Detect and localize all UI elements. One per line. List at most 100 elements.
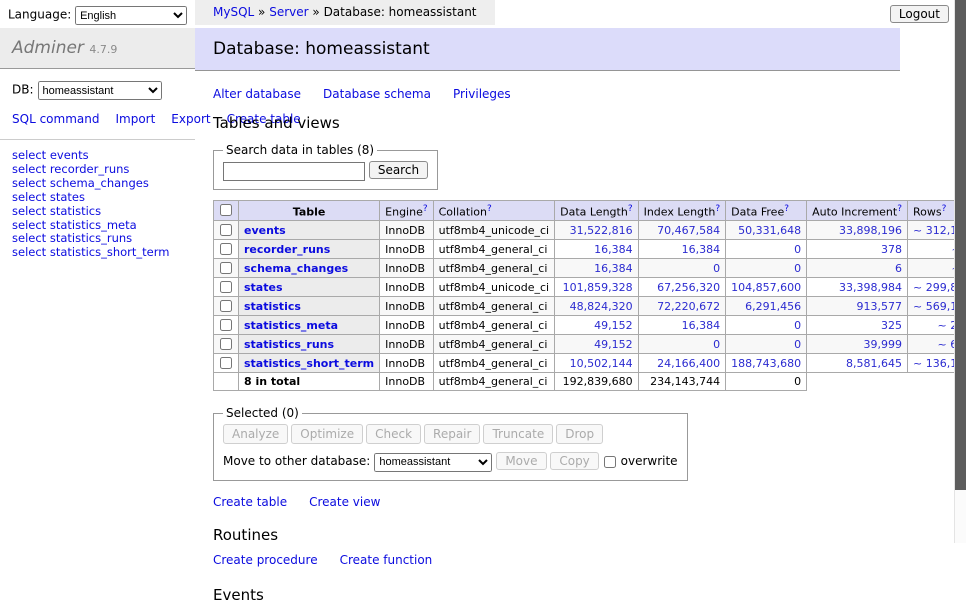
table-row: statistics InnoDB utf8mb4_general_ci 48,… (214, 297, 966, 316)
data-free-cell: 0 (726, 259, 807, 278)
table-name-cell: statistics_meta (239, 316, 380, 335)
move-database-label: Move to other database: (223, 454, 370, 468)
row-checkbox[interactable] (220, 243, 232, 255)
total-data-length-cell: 192,839,680 (555, 373, 638, 391)
auto-increment-cell: 33,398,984 (807, 278, 908, 297)
table-name-link[interactable]: schema_changes (244, 262, 348, 275)
scrollbar-thumb[interactable] (955, 0, 966, 490)
engine-cell: InnoDB (380, 354, 433, 373)
breadcrumb-server-link[interactable]: Server (269, 5, 308, 19)
total-index-length-cell: 234,143,744 (638, 373, 726, 391)
tables-overview-table: TableEngine?Collation?Data Length?Index … (213, 200, 966, 392)
main-content: Database: homeassistant Alter databaseDa… (195, 28, 900, 613)
engine-cell: InnoDB (380, 316, 433, 335)
table-name-cell: events (239, 221, 380, 240)
collation-cell: utf8mb4_general_ci (433, 316, 554, 335)
auto-increment-cell: 378 (807, 240, 908, 259)
database-action-link[interactable]: Privileges (453, 87, 511, 101)
row-checkbox[interactable] (220, 357, 232, 369)
sidebar-select-table-link[interactable]: select statistics (12, 205, 183, 218)
selected-action-button[interactable]: Check (366, 424, 421, 444)
select-all-header-cell (214, 200, 239, 221)
data-free-cell: 50,331,648 (726, 221, 807, 240)
copy-button[interactable]: Copy (550, 452, 598, 470)
column-header: Data Length? (555, 200, 638, 221)
row-checkbox[interactable] (220, 281, 232, 293)
database-action-link[interactable]: Alter database (213, 87, 301, 101)
column-help-link[interactable]: ? (628, 204, 633, 214)
database-actions: Alter database Database schema Privileges (213, 87, 900, 101)
logout-button[interactable]: Logout (890, 5, 949, 23)
overwrite-checkbox[interactable] (604, 456, 616, 468)
row-checkbox[interactable] (220, 319, 232, 331)
table-name-link[interactable]: states (244, 281, 283, 294)
language-select[interactable]: English (75, 6, 187, 25)
data-length-cell: 48,824,320 (555, 297, 638, 316)
search-input[interactable] (223, 162, 365, 181)
column-help-link[interactable]: ? (715, 204, 720, 214)
sidebar-select-table-link[interactable]: select events (12, 149, 183, 162)
row-checkbox[interactable] (220, 338, 232, 350)
sidebar-select-table-link[interactable]: select statistics_short_term (12, 246, 183, 259)
index-length-cell: 16,384 (638, 316, 726, 335)
search-button[interactable]: Search (369, 161, 428, 179)
index-length-cell: 16,384 (638, 240, 726, 259)
row-checkbox[interactable] (220, 262, 232, 274)
create-links: Create table Create view (213, 495, 900, 509)
routine-create-link[interactable]: Create procedure (213, 553, 318, 567)
table-name-link[interactable]: statistics_short_term (244, 357, 374, 370)
database-action-link[interactable]: Database schema (323, 87, 431, 101)
table-name-link[interactable]: statistics_runs (244, 338, 334, 351)
search-fieldset: Search data in tables (8) Search (213, 143, 438, 190)
sidebar-action-link[interactable]: Import (115, 112, 155, 126)
table-row: statistics_runs InnoDB utf8mb4_general_c… (214, 335, 966, 354)
create-link[interactable]: Create view (309, 495, 380, 509)
app-version: 4.7.9 (89, 43, 117, 56)
table-name-cell: statistics_runs (239, 335, 380, 354)
row-checkbox[interactable] (220, 224, 232, 236)
table-name-cell: schema_changes (239, 259, 380, 278)
routine-create-link[interactable]: Create function (340, 553, 433, 567)
total-empty-cell (214, 373, 239, 391)
move-button[interactable]: Move (496, 452, 546, 470)
collation-cell: utf8mb4_unicode_ci (433, 278, 554, 297)
table-name-link[interactable]: statistics (244, 300, 301, 313)
auto-increment-cell: 325 (807, 316, 908, 335)
row-checkbox[interactable] (220, 300, 232, 312)
sidebar-action-link[interactable]: SQL command (12, 112, 99, 126)
selected-action-button[interactable]: Optimize (291, 424, 363, 444)
index-length-cell: 0 (638, 259, 726, 278)
table-name-link[interactable]: recorder_runs (244, 243, 330, 256)
db-select[interactable]: homeassistant (38, 81, 162, 100)
app-name: Adminer (12, 38, 84, 58)
column-help-link[interactable]: ? (487, 204, 492, 214)
row-checkbox-cell (214, 259, 239, 278)
table-name-link[interactable]: statistics_meta (244, 319, 338, 332)
column-help-link[interactable]: ? (423, 204, 428, 214)
move-database-select[interactable]: homeassistant (374, 453, 492, 472)
select-all-checkbox[interactable] (220, 204, 232, 216)
selected-action-button[interactable]: Drop (556, 424, 603, 444)
auto-increment-cell: 8,581,645 (807, 354, 908, 373)
create-link[interactable]: Create table (213, 495, 287, 509)
sidebar-select-table-link[interactable]: select states (12, 191, 183, 204)
sidebar-select-table-link[interactable]: select recorder_runs (12, 163, 183, 176)
selected-action-button[interactable]: Analyze (223, 424, 288, 444)
selected-action-button[interactable]: Repair (424, 424, 480, 444)
data-length-cell: 16,384 (555, 259, 638, 278)
sidebar-select-table-link[interactable]: select statistics_runs (12, 232, 183, 245)
column-help-link[interactable]: ? (942, 204, 947, 214)
selected-action-button[interactable]: Truncate (483, 424, 553, 444)
sidebar-select-table-link[interactable]: select schema_changes (12, 177, 183, 190)
engine-cell: InnoDB (380, 221, 433, 240)
column-help-link[interactable]: ? (784, 204, 789, 214)
table-row: schema_changes InnoDB utf8mb4_general_ci… (214, 259, 966, 278)
sidebar-actions: SQL commandImportExportCreate table (0, 102, 195, 140)
row-checkbox-cell (214, 240, 239, 259)
data-length-cell: 49,152 (555, 316, 638, 335)
breadcrumb-mysql-link[interactable]: MySQL (213, 5, 254, 19)
table-name-link[interactable]: events (244, 224, 286, 237)
column-help-link[interactable]: ? (897, 204, 902, 214)
engine-cell: InnoDB (380, 297, 433, 316)
sidebar-select-table-link[interactable]: select statistics_meta (12, 219, 183, 232)
